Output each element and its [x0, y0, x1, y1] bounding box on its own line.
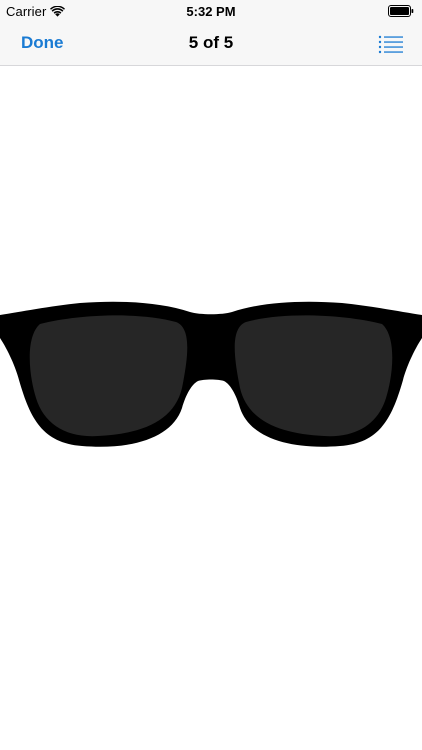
list-icon [378, 35, 403, 54]
battery-icon [388, 5, 414, 17]
screen: Carrier 5:32 PM Done 5 of 5 [0, 0, 422, 750]
status-bar: Carrier 5:32 PM [0, 0, 422, 22]
navigation-bar: Done 5 of 5 [0, 22, 422, 66]
status-time: 5:32 PM [186, 4, 236, 19]
sunglasses-image [0, 301, 422, 447]
done-button[interactable]: Done [21, 33, 64, 53]
image-viewer [0, 66, 422, 750]
list-button[interactable] [378, 34, 404, 54]
